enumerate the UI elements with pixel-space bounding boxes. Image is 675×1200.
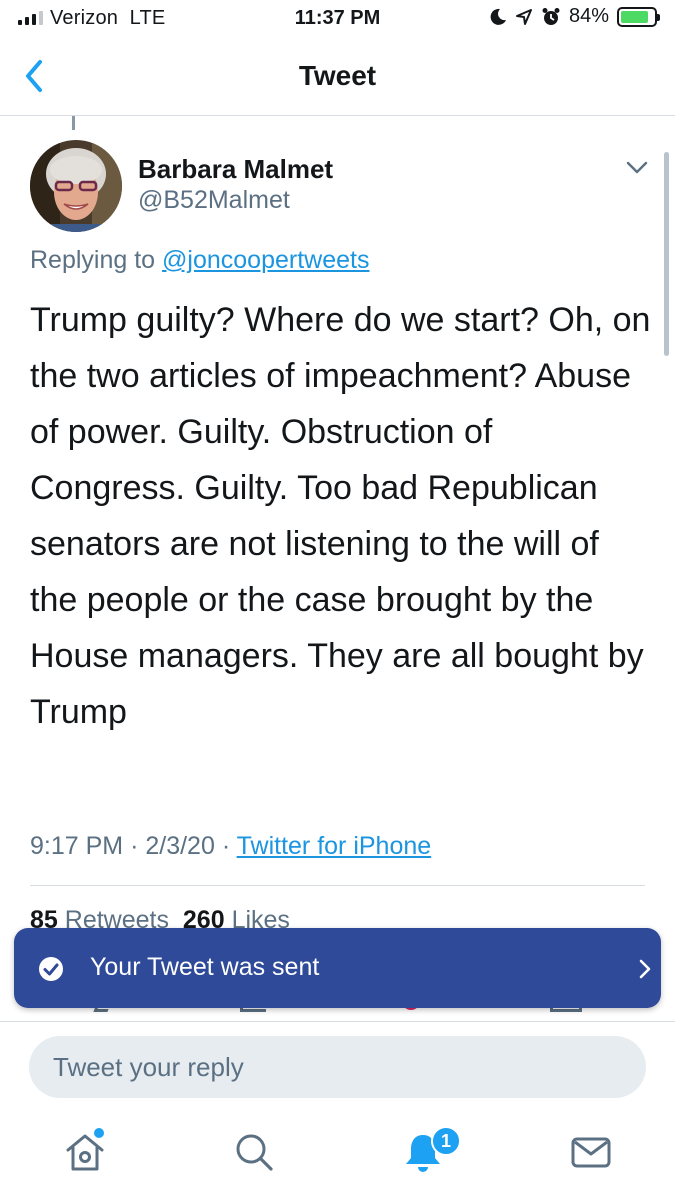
tweet-text: Trump guilty? Where do we start? Oh, on …: [30, 301, 651, 731]
tweet-sent-toast[interactable]: Your Tweet was sent: [14, 928, 661, 1008]
avatar-photo: [30, 140, 122, 232]
tweet-time: 9:17 PM: [30, 832, 124, 860]
replying-to-handle-link[interactable]: @joncoopertweets: [162, 246, 369, 274]
notification-badge: 1: [431, 1126, 461, 1156]
status-icons: 84%: [489, 5, 660, 28]
replying-to-prefix: Replying to: [30, 246, 156, 274]
chevron-right-icon[interactable]: [638, 958, 652, 980]
meta-separator: ·: [130, 832, 139, 860]
do-not-disturb-moon-icon: [490, 8, 506, 25]
avatar[interactable]: [30, 140, 122, 232]
author-handle[interactable]: @B52Malmet: [138, 186, 290, 215]
tweet-metadata: 9:17 PM · 2/3/20 · Twitter for iPhone: [30, 832, 431, 861]
page-title: Tweet: [298, 60, 377, 91]
reply-input[interactable]: [29, 1036, 646, 1098]
nav-bar: Tweet: [0, 38, 675, 116]
battery-percent: 84%: [568, 5, 609, 27]
chevron-down-icon[interactable]: [624, 158, 650, 178]
battery-level-fill: [621, 10, 648, 23]
divider: [30, 885, 645, 886]
alarm-icon: [542, 7, 560, 25]
meta-separator: ·: [221, 832, 231, 860]
tweet-source-link[interactable]: Twitter for iPhone: [237, 832, 432, 860]
thread-connector-line: [72, 116, 75, 130]
check-circle-icon: [39, 957, 63, 981]
tab-messages[interactable]: [569, 1130, 613, 1174]
home-new-content-dot: [94, 1128, 104, 1138]
battery-charging-icon: [617, 6, 660, 27]
location-arrow-icon: [515, 8, 532, 25]
author-display-name[interactable]: Barbara Malmet: [138, 154, 333, 185]
divider: [0, 1021, 675, 1022]
replying-to-line: Replying to @joncoopertweets: [30, 246, 369, 275]
scrollbar[interactable]: [664, 152, 669, 356]
toast-message: Your Tweet was sent: [90, 953, 320, 981]
messages-envelope-icon: [571, 1137, 611, 1168]
bottom-tab-bar: [0, 1110, 675, 1200]
status-bar: Verizon LTE 11:37 PM 84%: [0, 0, 675, 38]
tab-search[interactable]: [232, 1130, 276, 1174]
search-icon: [236, 1134, 273, 1171]
tweet-date: 2/3/20: [145, 832, 215, 860]
